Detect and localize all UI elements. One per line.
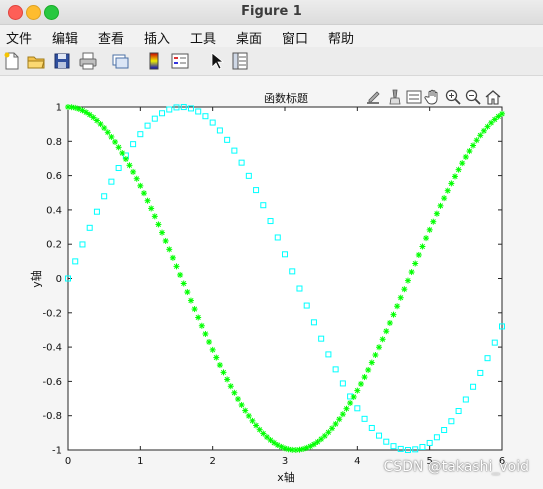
zoom-in-icon[interactable]: [444, 88, 462, 106]
brush-icon[interactable]: [386, 88, 404, 106]
menu-file[interactable]: 文件: [6, 28, 32, 47]
home-icon[interactable]: [484, 88, 502, 106]
watermark: CSDN @takashi_void: [383, 459, 529, 475]
menu-view[interactable]: 查看: [98, 28, 124, 47]
zoom-out-icon[interactable]: [464, 88, 482, 106]
menu-tools[interactable]: 工具: [190, 28, 216, 47]
menu-edit[interactable]: 编辑: [52, 28, 78, 47]
property-inspector-icon[interactable]: [230, 51, 250, 71]
menu-desktop[interactable]: 桌面: [236, 28, 262, 47]
open-folder-icon[interactable]: [26, 51, 46, 71]
window-title: Figure 1: [241, 4, 302, 19]
menu-insert[interactable]: 插入: [144, 28, 170, 47]
menu-window[interactable]: 窗口: [282, 28, 308, 47]
link-icon[interactable]: [110, 51, 130, 71]
menu-bar: 文件 编辑 查看 插入 工具 桌面 窗口 帮助: [0, 25, 543, 47]
colorbar-icon[interactable]: [144, 51, 164, 71]
pointer-icon[interactable]: [206, 51, 226, 71]
export-icon[interactable]: [364, 88, 382, 106]
window-titlebar: Figure 1: [0, 0, 543, 25]
legend-icon[interactable]: [170, 51, 190, 71]
pan-hand-icon[interactable]: [424, 88, 442, 106]
data-tips-icon[interactable]: [405, 88, 423, 106]
save-icon[interactable]: [52, 51, 72, 71]
figure-toolbar: [0, 47, 543, 76]
new-figure-icon[interactable]: [2, 51, 22, 71]
print-icon[interactable]: [78, 51, 98, 71]
figure-canvas: [0, 76, 543, 489]
menu-help[interactable]: 帮助: [328, 28, 354, 47]
